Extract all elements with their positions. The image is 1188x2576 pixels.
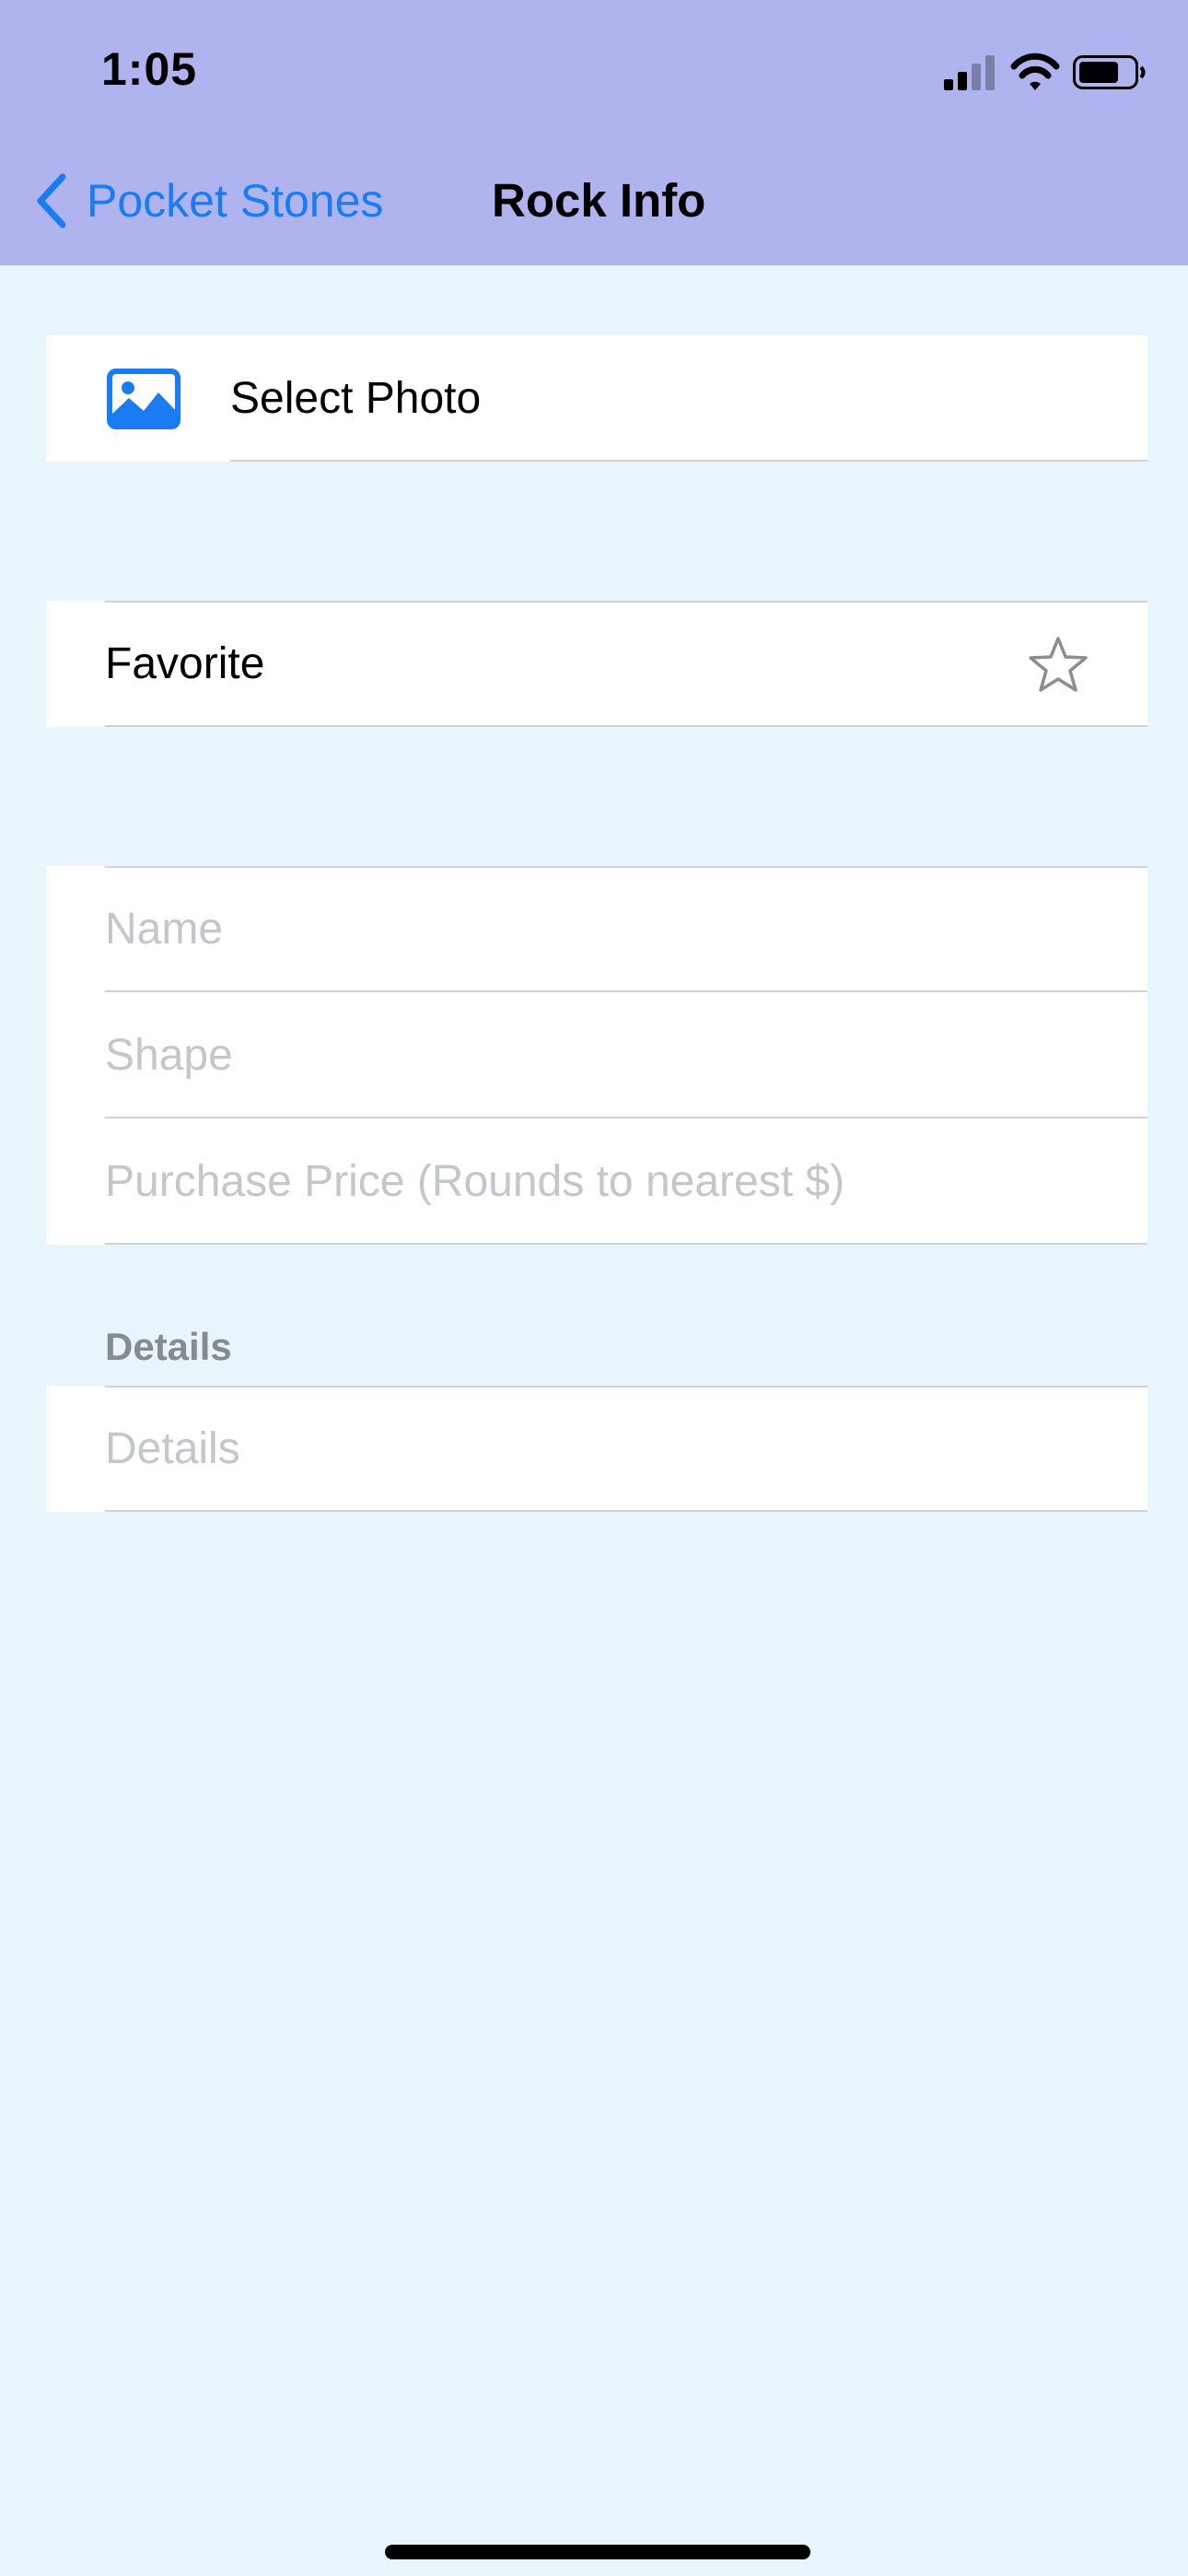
wifi-icon: [1010, 53, 1060, 90]
favorite-row: Favorite: [46, 601, 1147, 727]
details-section: Details: [46, 1386, 1147, 1512]
name-field-placeholder: Name: [105, 905, 224, 954]
back-button-label: Pocket Stones: [87, 175, 384, 227]
chevron-left-icon: [37, 173, 66, 228]
favorite-label: Favorite: [105, 639, 265, 688]
purchase-price-field[interactable]: Purchase Price (Rounds to nearest $): [46, 1118, 1147, 1245]
favorite-section: Favorite: [46, 601, 1147, 727]
star-outline-icon[interactable]: [1028, 636, 1089, 693]
row-separator: [105, 1243, 1147, 1245]
details-section-header: Details: [105, 1325, 232, 1368]
back-button[interactable]: Pocket Stones: [35, 171, 383, 230]
details-field-placeholder: Details: [105, 1424, 240, 1473]
navigation-header: 1:05 Pocket Stones Rock Info: [0, 0, 1188, 265]
row-separator: [230, 460, 1147, 462]
cellular-signal-icon: [944, 55, 995, 90]
name-field[interactable]: Name: [46, 866, 1147, 992]
status-icons: [944, 52, 1147, 97]
battery-icon: [1073, 55, 1146, 89]
select-photo-label: Select Photo: [230, 374, 482, 423]
select-photo-row[interactable]: Select Photo: [46, 335, 1147, 462]
page-title: Rock Info: [492, 174, 706, 227]
home-indicator[interactable]: [385, 2545, 810, 2559]
purchase-price-placeholder: Purchase Price (Rounds to nearest $): [105, 1157, 845, 1206]
photo-section: Select Photo: [46, 335, 1147, 462]
fields-section: Name Shape Purchase Price (Rounds to nea…: [46, 866, 1147, 1245]
shape-field-placeholder: Shape: [105, 1031, 233, 1080]
row-separator: [105, 1510, 1147, 1512]
shape-field[interactable]: Shape: [46, 992, 1147, 1118]
details-field[interactable]: Details: [46, 1386, 1147, 1512]
row-separator: [105, 725, 1147, 727]
status-time: 1:05: [101, 43, 198, 95]
photo-icon: [107, 369, 181, 429]
